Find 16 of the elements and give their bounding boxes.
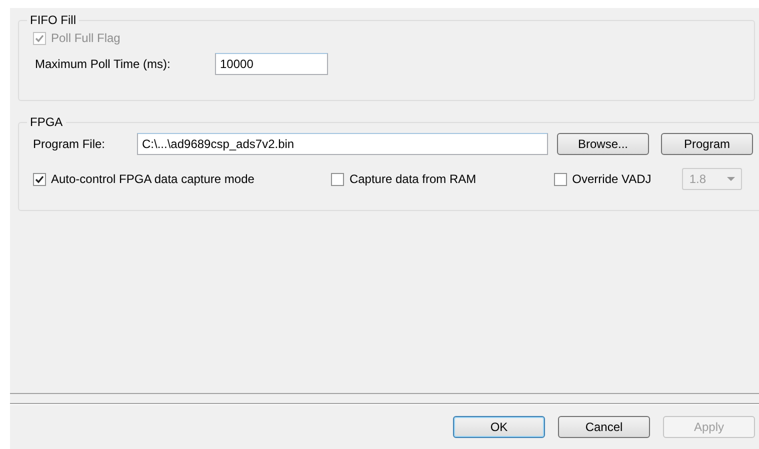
check-icon: [35, 34, 44, 42]
action-button[interactable]: Browse...: [557, 133, 649, 155]
group-title: FPGA: [29, 115, 64, 129]
action-button[interactable]: Program: [661, 133, 753, 155]
check-icon: [35, 174, 44, 184]
option-checkbox[interactable]: Capture data from RAM: [331, 172, 476, 186]
dialog-button[interactable]: OK: [453, 416, 545, 438]
program-file-field[interactable]: C:\...\ad9689csp_ads7v2.bin: [137, 133, 548, 155]
field-label: Program File:: [33, 137, 106, 151]
poll-time-field[interactable]: 10000: [215, 52, 328, 74]
option-checkbox[interactable]: Override VADJ: [554, 172, 652, 186]
dialog-button[interactable]: Cancel: [558, 416, 650, 438]
group-title: FIFO Fill: [29, 13, 77, 27]
dropdown-arrow-icon: [727, 176, 736, 182]
option-checkbox[interactable]: Auto-control FPGA data capture mode: [33, 172, 254, 186]
field-label: Maximum Poll Time (ms):: [35, 56, 172, 70]
